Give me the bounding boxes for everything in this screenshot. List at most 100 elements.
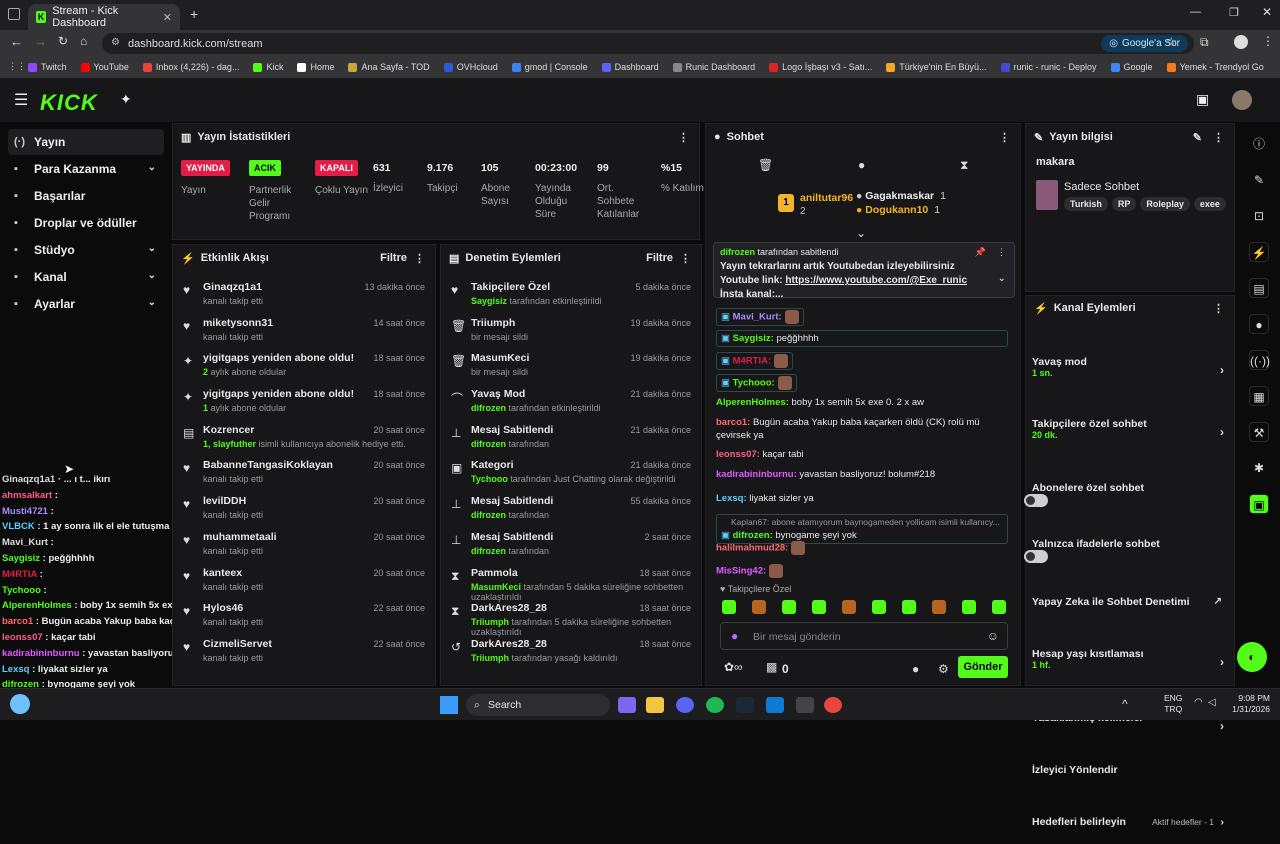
back-icon[interactable]: ← <box>10 34 23 49</box>
stream-tag[interactable]: RP <box>1111 197 1137 211</box>
volume-icon[interactable]: ◁ <box>1208 697 1216 708</box>
channel-action-item[interactable]: Abonelere özel sohbet <box>1024 482 1234 510</box>
trash-icon[interactable]: 🗑 <box>758 158 773 172</box>
hamburger-menu-icon[interactable]: ☰ <box>14 90 28 110</box>
bookmark-item[interactable]: Google <box>1110 62 1153 72</box>
bookmark-item[interactable]: OVHcloud <box>443 62 498 72</box>
tools-icon[interactable]: ✦ <box>120 91 132 108</box>
chat-message[interactable]: ▣ M4RTIA: <box>716 352 794 370</box>
toggle-switch[interactable] <box>1024 494 1048 507</box>
menu-dots-icon[interactable]: ⋮ <box>1262 34 1274 48</box>
wifi-icon[interactable]: ◠ <box>1194 697 1203 708</box>
chat-username[interactable]: barco1: <box>716 417 750 428</box>
site-info-icon[interactable]: ⚙ <box>111 37 120 48</box>
pin-icon[interactable]: 📌 <box>975 247 986 258</box>
browser-tab[interactable]: K Stream - Kick Dashboard ✕ <box>28 4 180 30</box>
bookmark-item[interactable]: Ana Sayfa - TOD <box>348 62 430 72</box>
bookmark-item[interactable]: Runic Dashboard <box>672 62 755 72</box>
profile-icon[interactable] <box>1234 35 1248 49</box>
chat-input[interactable]: ● Bir mesaj gönderin ☺ <box>720 622 1008 650</box>
lightning-icon[interactable]: ⚡ <box>1249 242 1269 262</box>
discord-icon[interactable] <box>676 697 694 713</box>
feed-item[interactable]: ⧗ Pammola MasumKeci tarafından 5 dakika sü… <box>441 563 701 602</box>
chat-username[interactable]: Saygisiz: <box>733 333 774 344</box>
bookmark-item[interactable]: Logo İşbaşı v3 - Satı... <box>769 62 872 72</box>
feed-item[interactable]: ♥ muhammetaali kanalı takip etti 20 saat ön… <box>173 527 435 563</box>
sidebar-item-droplarvedller[interactable]: ▪ Droplar ve ödüller <box>8 210 164 236</box>
address-bar[interactable]: ⚙ dashboard.kick.com/stream ◎ Google'a So… <box>102 33 1194 54</box>
microphone-icon[interactable]: ● <box>731 629 738 643</box>
pinned-menu-icon[interactable]: ⋮ <box>997 247 1006 258</box>
channel-actions-menu-icon[interactable]: ⋮ <box>1213 302 1224 315</box>
feed-item[interactable]: 🗑 MasumKeci bir mesajı sildi 19 dakika önce <box>441 348 701 384</box>
feed-item[interactable]: ✦ yigitgaps yeniden abone oldu! 2 aylık ab… <box>173 348 435 384</box>
emote-icon[interactable] <box>722 600 736 614</box>
sidebar-item-parakazanma[interactable]: ▪ Para Kazanma ⌄ <box>8 156 164 182</box>
wrench-icon[interactable]: ⚒ <box>1249 422 1269 442</box>
chat-users-icon[interactable]: ● <box>912 662 919 676</box>
stats-menu-icon[interactable]: ⋮ <box>678 131 689 144</box>
chat-message[interactable]: leonss07: kaçar tabi <box>716 448 1008 461</box>
home-icon[interactable]: ⌂ <box>80 34 87 48</box>
user-avatar[interactable] <box>1232 90 1252 110</box>
feed-item[interactable]: ♥ kanteex kanalı takip etti 20 saat önce <box>173 563 435 599</box>
spotify-icon[interactable] <box>706 697 724 713</box>
feed-item[interactable]: ♥ Takipçilere Özel Saygisiz tarafından etk… <box>441 277 701 313</box>
obs-icon[interactable] <box>796 697 814 713</box>
bookmark-star-icon[interactable]: ☆ <box>1166 35 1177 49</box>
copilot-icon[interactable] <box>618 697 636 713</box>
moderation-filter-button[interactable]: Filtre <box>646 252 673 264</box>
gift-icon[interactable]: ✿∞ <box>724 660 743 674</box>
reload-icon[interactable]: ↻ <box>58 34 68 48</box>
pencil-icon[interactable]: ✎ <box>1249 170 1269 190</box>
emote-icon[interactable] <box>812 600 826 614</box>
send-button[interactable]: Gönder <box>958 656 1008 678</box>
emote-icon[interactable] <box>992 600 1006 614</box>
bookmark-item[interactable]: Twitch <box>28 62 67 72</box>
minimize-icon[interactable]: — <box>1190 6 1201 18</box>
sidebar-item-ayarlar[interactable]: ▪ Ayarlar ⌄ <box>8 291 164 317</box>
support-chat-icon[interactable]: ◐ <box>1237 642 1267 672</box>
extensions-icon[interactable]: ⧉ <box>1200 35 1209 50</box>
feed-item[interactable]: ⊥ Mesaj Sabitlendi difrozen tarafından 55 d… <box>441 491 701 527</box>
feed-item[interactable]: 🗑 Triiumph bir mesajı sildi 19 dakika önce <box>441 313 701 349</box>
emote-icon[interactable] <box>902 600 916 614</box>
kick-logo[interactable]: KICK <box>40 90 98 116</box>
emote-icon[interactable] <box>842 600 856 614</box>
chat-message[interactable]: ▣ Saygisiz: peğğhhhh <box>716 330 1008 347</box>
stream-tag[interactable]: Turkish <box>1064 197 1108 211</box>
emote-icon[interactable] <box>872 600 886 614</box>
channel-action-item[interactable]: Yapay Zeka ile Sohbet Denetimi ↗ <box>1026 596 1234 624</box>
pinned-link[interactable]: https://www.youtube.com/@Exe_runic <box>785 275 967 286</box>
feed-item[interactable]: ♥ miketysonn31 kanalı takip etti 14 saat ön… <box>173 313 435 349</box>
points-icon[interactable]: ▩ <box>766 660 777 674</box>
activity-menu-icon[interactable]: ⋮ <box>414 252 425 265</box>
pinned-message[interactable]: difrozen tarafından sabitlendi 📌 ⋮ Yayın … <box>713 242 1015 300</box>
chat-username[interactable]: MisSing42: <box>716 566 766 577</box>
chat-username[interactable]: M4RTIA: <box>733 356 772 367</box>
chat-icon[interactable]: ● <box>1249 314 1269 334</box>
channel-action-item[interactable]: Yavaş mod 1 sn. › <box>1026 356 1234 384</box>
chat-message[interactable]: ▣ Mavi_Kurt: <box>716 308 804 326</box>
taskbar-search[interactable]: ⌕ Search <box>466 694 610 716</box>
chat-message[interactable]: MisSing42: <box>716 564 1008 578</box>
stream-tag[interactable]: exee <box>1193 197 1226 211</box>
bookmark-item[interactable]: Dashboard <box>601 62 659 72</box>
chat-username[interactable]: leonss07: <box>716 449 760 460</box>
tray-chevron-icon[interactable]: ^ <box>1122 697 1128 711</box>
new-tab-icon[interactable]: + <box>190 6 198 22</box>
clock[interactable]: 9:08 PM 1/31/2026 <box>1226 693 1270 715</box>
bookmark-item[interactable]: Yemek - Trendyol Go <box>1166 62 1264 72</box>
feed-item[interactable]: ♥ CizmeliServet kanalı takip etti 22 saat ö… <box>173 634 435 670</box>
steam-icon[interactable] <box>736 697 754 713</box>
windows-start-icon[interactable] <box>440 696 458 714</box>
feed-item[interactable]: ↺ DarkAres28_28 Triiumph tarafından yasağı… <box>441 634 701 670</box>
chat-message[interactable]: Lexsq: liyakat sizler ya <box>716 492 1008 505</box>
chat-username[interactable]: difrozen: <box>733 530 773 541</box>
chat-message[interactable]: barco1: Bugün acaba Yakup baba kaçarken … <box>716 416 1008 442</box>
chrome-icon[interactable] <box>824 697 842 713</box>
channel-action-item[interactable]: Takipçilere özel sohbet 20 dk. › <box>1026 418 1234 446</box>
channel-action-item[interactable]: Hesap yaşı kısıtlaması 1 hf. › <box>1026 648 1234 676</box>
chat-username[interactable]: AlperenHolmes: <box>716 397 789 408</box>
emoji-icon[interactable]: ☺ <box>987 629 999 643</box>
